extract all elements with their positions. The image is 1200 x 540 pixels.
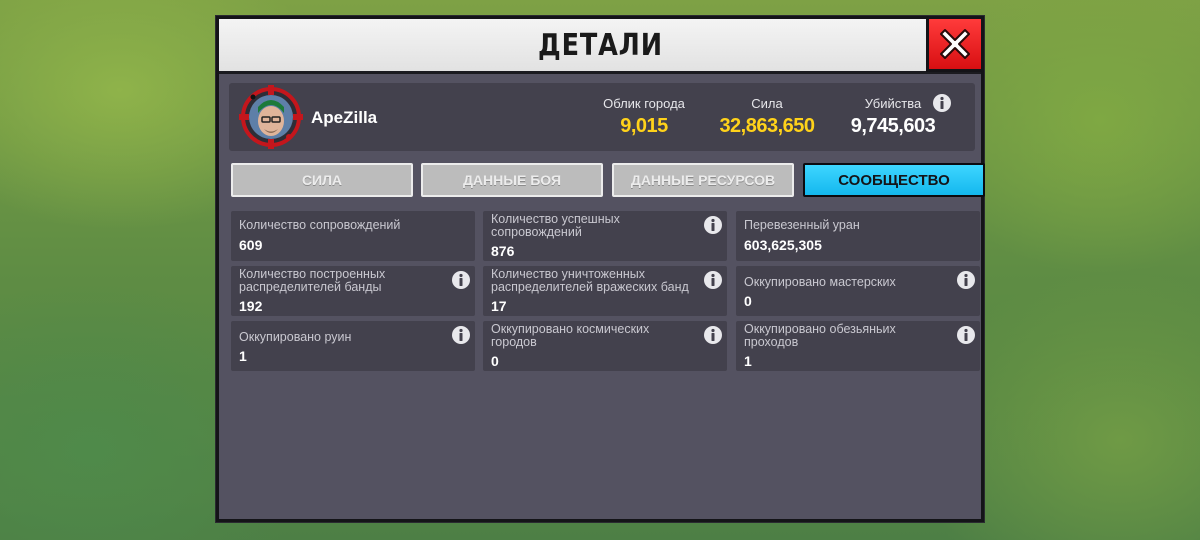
- card-label: Количество уничтоженных распределителей …: [491, 267, 689, 294]
- card-label: Количество успешных сопровождений: [491, 212, 620, 239]
- crosshair-avatar-icon[interactable]: [239, 85, 303, 149]
- card-value: 192: [239, 298, 263, 314]
- card-label: Оккупировано космических городов: [491, 322, 650, 349]
- stat-city-look: Облик города 9,015: [579, 96, 709, 138]
- stat-value: 9,015: [620, 115, 668, 137]
- tab-bar: СИЛА ДАННЫЕ БОЯ ДАННЫЕ РЕСУРСОВ СООБЩЕСТ…: [231, 163, 985, 197]
- card-value: 603,625,305: [744, 237, 822, 253]
- player-name: ApeZilla: [311, 108, 378, 127]
- info-icon[interactable]: [703, 325, 723, 345]
- card-value: 0: [744, 293, 752, 309]
- tab-resource-data[interactable]: ДАННЫЕ РЕСУРСОВ: [612, 163, 794, 197]
- stat-label: Убийства: [864, 96, 922, 111]
- card-occupied-ape-passages: Оккупировано обезьяньих проходов 1: [736, 321, 980, 371]
- card-occupied-space-cities: Оккупировано космических городов 0: [483, 321, 727, 371]
- info-icon[interactable]: [932, 93, 952, 113]
- tab-battle-data[interactable]: ДАННЫЕ БОЯ: [421, 163, 603, 197]
- card-value: 1: [239, 348, 247, 364]
- stat-power: Сила 32,863,650: [707, 96, 827, 138]
- card-label: Оккупировано обезьяньих проходов: [744, 322, 896, 349]
- stat-label: Сила: [751, 96, 783, 111]
- card-label: Перевезенный уран: [744, 218, 860, 232]
- tab-power[interactable]: СИЛА: [231, 163, 413, 197]
- card-built-distributors: Количество построенных распределителей б…: [231, 266, 475, 316]
- info-icon[interactable]: [451, 270, 471, 290]
- dialog-title-bar: ДЕТАЛИ: [219, 16, 984, 74]
- card-value: 1: [744, 353, 752, 369]
- dialog-title: ДЕТАЛИ: [537, 27, 663, 63]
- tab-label: ДАННЫЕ РЕСУРСОВ: [630, 172, 776, 188]
- card-successful-escorts: Количество успешных сопровождений 876: [483, 211, 727, 261]
- tab-label: СООБЩЕСТВО: [838, 171, 950, 189]
- card-label: Оккупировано мастерских: [744, 275, 896, 289]
- card-value: 876: [491, 243, 515, 259]
- tab-label: ДАННЫЕ БОЯ: [462, 172, 562, 188]
- card-uranium-transported: Перевезенный уран 603,625,305: [736, 211, 980, 261]
- info-icon[interactable]: [703, 270, 723, 290]
- card-value: 17: [491, 298, 507, 314]
- details-dialog: ДЕТАЛИ ApeZilla Облик города 9,015 Сила …: [216, 16, 985, 522]
- card-value: 0: [491, 353, 499, 369]
- card-value: 609: [239, 237, 263, 253]
- tab-label: СИЛА: [301, 172, 343, 188]
- player-summary: ApeZilla Облик города 9,015 Сила 32,863,…: [229, 83, 975, 151]
- close-x-icon: [940, 29, 970, 59]
- stat-value: 32,863,650: [719, 115, 815, 137]
- stat-kills: Убийства 9,745,603: [843, 96, 943, 138]
- stat-label: Облик города: [603, 96, 685, 111]
- stat-value: 9,745,603: [850, 115, 936, 137]
- card-destroyed-distributors: Количество уничтоженных распределителей …: [483, 266, 727, 316]
- info-icon[interactable]: [956, 270, 976, 290]
- card-label: Оккупировано руин: [239, 330, 352, 344]
- card-occupied-ruins: Оккупировано руин 1: [231, 321, 475, 371]
- info-icon[interactable]: [451, 325, 471, 345]
- tab-community[interactable]: СООБЩЕСТВО: [803, 163, 985, 197]
- card-escorts: Количество сопровождений 609: [231, 211, 475, 261]
- card-label: Количество построенных распределителей б…: [239, 267, 386, 294]
- close-button[interactable]: [926, 16, 984, 72]
- card-occupied-workshops: Оккупировано мастерских 0: [736, 266, 980, 316]
- info-icon[interactable]: [956, 325, 976, 345]
- info-icon[interactable]: [703, 215, 723, 235]
- card-label: Количество сопровождений: [239, 218, 401, 232]
